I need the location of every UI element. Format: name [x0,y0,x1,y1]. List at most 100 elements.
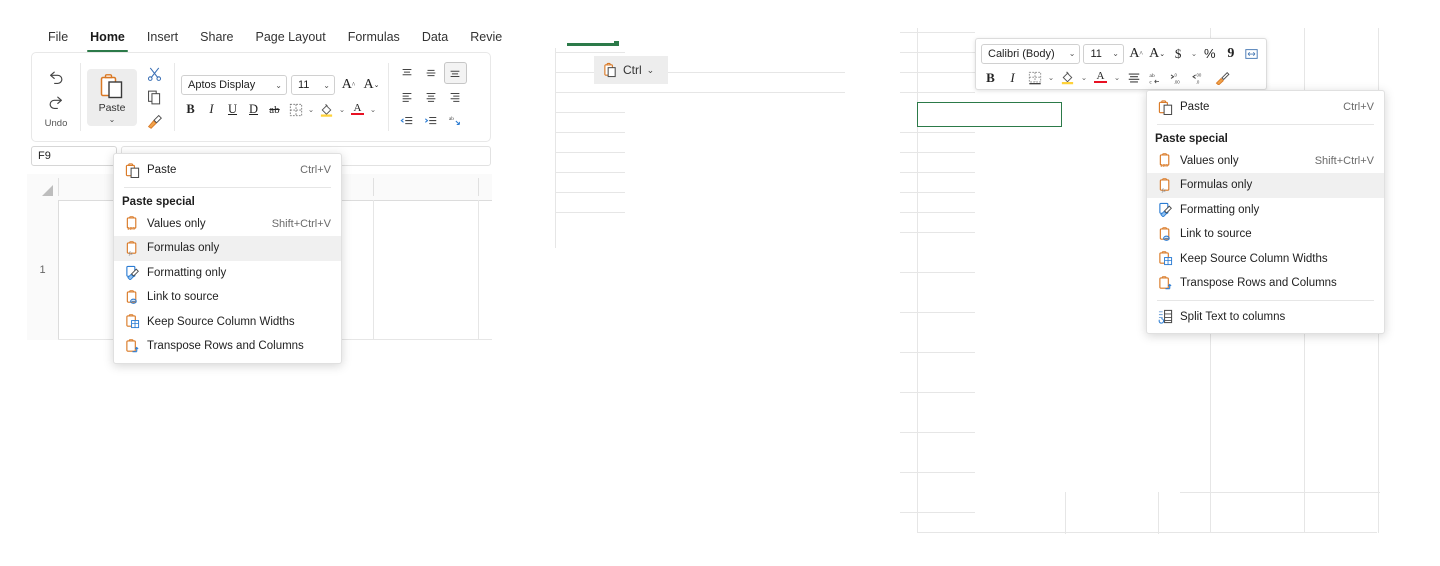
menu-item-values-only[interactable]: 123 Values only Shift+Ctrl+V [1147,149,1384,174]
tab-home[interactable]: Home [79,27,136,52]
align-left-icon[interactable] [397,87,418,107]
shrink-font-button[interactable]: A ⌄ [1148,44,1166,63]
menu-item-link-to-source[interactable]: Link to source [114,285,341,310]
wrap-text-icon[interactable] [1243,44,1261,63]
copy-icon[interactable] [146,87,163,107]
svg-text:ab: ab [1149,73,1155,79]
ribbon-group-alignment: ab [388,53,474,141]
grow-font-button[interactable]: A ^ [1127,44,1145,63]
strikethrough-button[interactable]: ab [265,100,284,119]
menu-item-keep-source-column-widths-label: Keep Source Column Widths [1180,252,1328,265]
tab-insert[interactable]: Insert [136,27,189,47]
menu-item-values-only[interactable]: 123 Values only Shift+Ctrl+V [114,212,341,237]
paste-options-ctrl-button[interactable]: Ctrl ⌄ [594,56,668,84]
ribbon-tab-strip: File Home Insert Share Page Layout Formu… [27,22,502,52]
menu-item-keep-source-column-widths[interactable]: Keep Source Column Widths [114,310,341,335]
decrease-indent-icon[interactable] [397,111,418,131]
chevron-down-icon[interactable]: ⌄ [1113,73,1121,82]
menu-item-transpose-rows-and-columns[interactable]: Transpose Rows and Columns [1147,271,1384,296]
align-center-icon[interactable] [421,87,442,107]
menu-item-formulas-only[interactable]: fx Formulas only [1147,173,1384,198]
grow-font-label: A [341,77,352,92]
menu-item-paste[interactable]: Paste Ctrl+V [114,158,341,183]
menu-item-formulas-only[interactable]: fx Formulas only [114,236,341,261]
menu-item-keep-source-column-widths[interactable]: Keep Source Column Widths [1147,247,1384,272]
increase-decimal-icon[interactable]: 0.00 [1168,68,1187,87]
underline-button[interactable]: U [223,100,242,119]
bold-button[interactable]: B [981,68,1000,87]
chevron-down-icon[interactable]: ⌄ [369,105,377,114]
double-underline-button[interactable]: D [244,100,263,119]
percent-format-button[interactable]: % [1201,44,1219,63]
align-right-icon[interactable] [445,87,466,107]
chevron-down-icon[interactable]: ⌄ [1190,49,1198,58]
menu-item-transpose-rows-and-columns[interactable]: Transpose Rows and Columns [114,334,341,359]
tab-page-layout[interactable]: Page Layout [245,27,337,47]
menu-item-link-to-source[interactable]: Link to source [1147,222,1384,247]
chevron-down-icon[interactable]: ⌄ [1080,73,1088,82]
shrink-font-button[interactable]: A ⌄ [362,76,381,95]
menu-item-split-text-to-columns[interactable]: Split Text to columns [1147,305,1384,330]
currency-format-button[interactable]: $ [1169,44,1187,63]
comma-format-button[interactable]: 9 [1222,44,1240,63]
menu-item-formulas-only-label: Formulas only [1180,179,1253,192]
paintbrush-icon[interactable] [146,111,163,131]
paste-options-ctrl-label: Ctrl [623,63,642,77]
font-color-button[interactable]: A [348,100,367,119]
paintbrush-icon[interactable] [1212,68,1231,87]
chevron-down-icon[interactable]: ⌄ [338,105,346,114]
text-orientation-icon[interactable]: ab [445,111,466,131]
undo-icon[interactable] [47,66,65,90]
font-size-select[interactable]: 11 ⌄ [291,75,335,95]
selected-cell[interactable] [917,102,1062,127]
fill-color-icon[interactable] [1058,68,1077,87]
tab-review[interactable]: Revie [459,27,513,47]
paste-dropdown-menu-middle: Paste Ctrl+V Paste special 123 Values on… [1146,90,1385,334]
font-size-select[interactable]: 11 ⌄ [1083,43,1124,64]
tab-data[interactable]: Data [411,27,459,47]
italic-button[interactable]: I [1003,68,1022,87]
decrease-decimal-icon[interactable]: 00.0 [1190,68,1209,87]
paste-button[interactable]: Paste ⌄ [87,68,137,126]
select-all-corner[interactable] [27,174,58,200]
font-name-select[interactable]: Calibri (Body) ⌄ [981,43,1081,64]
chevron-down-icon[interactable]: ⌄ [1047,73,1055,82]
bold-button[interactable]: B [181,100,200,119]
redo-icon[interactable] [47,91,65,115]
italic-button[interactable]: I [202,100,221,119]
name-box[interactable]: F9 [31,146,117,166]
borders-icon[interactable] [286,100,305,119]
menu-item-formatting-only[interactable]: Formatting only [114,261,341,286]
align-top-icon[interactable] [397,63,418,83]
svg-text:0: 0 [1174,72,1177,77]
scissors-icon[interactable] [146,63,163,83]
paste-icon [122,162,142,178]
chevron-down-icon[interactable]: ⌄ [307,105,315,114]
borders-icon[interactable] [1025,68,1044,87]
align-middle-icon[interactable] [421,63,442,83]
menu-item-paste[interactable]: Paste Ctrl+V [1147,95,1384,120]
fill-color-icon[interactable] [317,100,336,119]
row-header-1[interactable]: 1 [27,200,58,340]
ab-wrap-icon[interactable]: ab c [1146,68,1165,87]
font-name-select[interactable]: Aptos Display ⌄ [181,75,287,95]
tab-formulas[interactable]: Formulas [337,27,411,47]
paste-formatting-icon [122,265,142,281]
row-header-column: 1 [27,200,59,340]
column-header-e[interactable] [373,174,478,200]
split-text-columns-icon [1155,309,1175,325]
align-icon[interactable] [1124,68,1143,87]
font-color-button[interactable]: A [1091,68,1110,87]
grow-font-label: A [1129,45,1140,61]
increase-indent-icon[interactable] [421,111,442,131]
grow-font-button[interactable]: A ^ [339,76,358,95]
svg-text:.0: .0 [1195,79,1199,84]
tab-file[interactable]: File [37,27,79,47]
tab-share[interactable]: Share [189,27,244,47]
menu-section-paste-special: Paste special [1155,132,1228,145]
chevron-down-icon[interactable]: ⌄ [647,65,655,76]
shrink-font-label: A [1149,45,1160,61]
menu-item-formatting-only[interactable]: Formatting only [1147,198,1384,223]
align-bottom-icon[interactable] [443,62,467,84]
chevron-down-icon[interactable]: ⌄ [109,115,116,124]
